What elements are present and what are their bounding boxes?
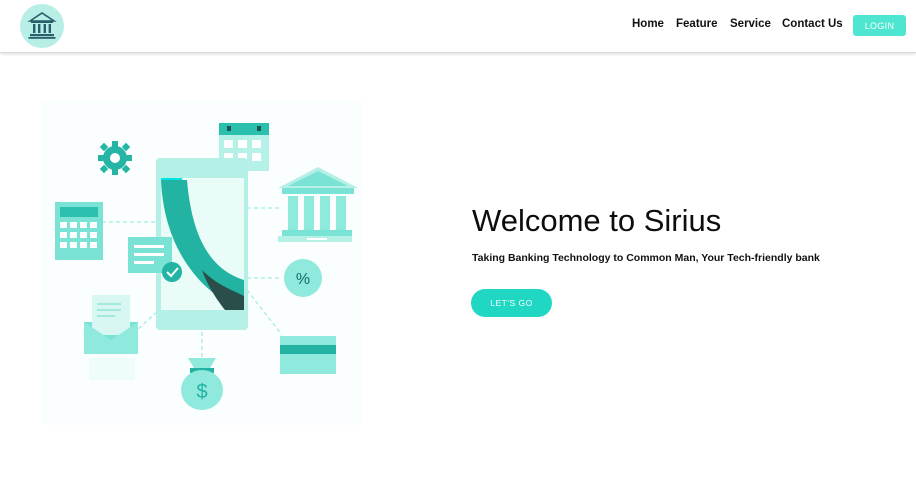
bank-logo-icon[interactable] — [20, 4, 64, 48]
hero-title: Welcome to Sirius — [472, 203, 722, 238]
hero-subtitle: Taking Banking Technology to Common Man,… — [472, 252, 820, 264]
calculator-icon — [55, 202, 103, 260]
nav-service-link[interactable]: Service — [730, 18, 771, 30]
login-button[interactable]: LOGIN — [853, 15, 906, 36]
navbar: Home Feature Service Contact Us LOGIN — [0, 0, 916, 53]
credit-card-icon — [280, 336, 336, 374]
banking-illustration: % $ — [42, 100, 362, 425]
nav-feature-link[interactable]: Feature — [676, 18, 718, 30]
gear-icon — [98, 141, 132, 175]
envelope-icon — [84, 295, 138, 380]
nav-home-link[interactable]: Home — [632, 18, 664, 30]
lets-go-button[interactable]: LET'S GO — [471, 289, 552, 317]
svg-text:$: $ — [196, 381, 207, 403]
nav-contact-us-link[interactable]: Contact Us — [782, 18, 843, 30]
svg-text:%: % — [296, 271, 310, 288]
percent-badge-icon: % — [284, 259, 322, 297]
